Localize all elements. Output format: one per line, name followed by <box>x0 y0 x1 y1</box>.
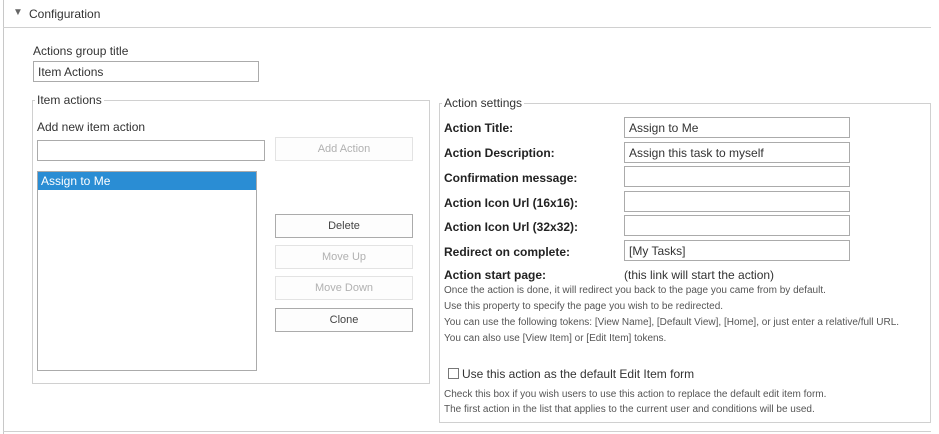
confirmation-message-input[interactable] <box>624 166 850 187</box>
delete-button[interactable]: Delete <box>275 214 413 238</box>
clone-button[interactable]: Clone <box>275 308 413 332</box>
redirect-on-complete-label: Redirect on complete: <box>444 245 571 259</box>
action-start-page-label: Action start page: <box>444 268 547 282</box>
add-action-button[interactable]: Add Action <box>275 137 413 161</box>
action-description-input[interactable] <box>624 142 850 163</box>
list-item[interactable]: Assign to Me <box>38 172 256 190</box>
redirect-help-line-1: Once the action is done, it will redirec… <box>444 285 826 296</box>
redirect-help-line-4: You can also use [View Item] or [Edit It… <box>444 333 667 344</box>
default-edit-form-label[interactable]: Use this action as the default Edit Item… <box>462 367 694 381</box>
actions-group-title-label: Actions group title <box>33 44 129 58</box>
bottom-divider <box>3 431 931 432</box>
default-edit-help-line-1: Check this box if you wish users to use … <box>444 389 827 400</box>
default-edit-form-checkbox[interactable] <box>448 368 459 379</box>
new-item-action-input[interactable] <box>37 140 265 161</box>
action-icon-16-input[interactable] <box>624 191 850 212</box>
action-settings-legend: Action settings <box>444 96 523 110</box>
item-actions-legend: Item actions <box>37 93 102 107</box>
action-icon-32-input[interactable] <box>624 215 850 236</box>
action-description-label: Action Description: <box>444 146 555 160</box>
action-icon-32-label: Action Icon Url (32x32): <box>444 220 579 234</box>
default-edit-help-line-2: The first action in the list that applie… <box>444 404 815 415</box>
header-divider <box>3 27 931 28</box>
left-border <box>3 0 4 434</box>
redirect-on-complete-input[interactable] <box>624 240 850 261</box>
redirect-help-line-3: You can use the following tokens: [View … <box>444 317 900 328</box>
actions-group-title-input[interactable] <box>33 61 259 82</box>
add-new-item-action-label: Add new item action <box>37 120 146 134</box>
section-title: Configuration <box>29 7 101 21</box>
item-actions-listbox[interactable]: Assign to Me <box>37 171 257 371</box>
redirect-help-line-2: Use this property to specify the page yo… <box>444 301 724 312</box>
chevron-down-icon[interactable]: ▼ <box>13 7 23 18</box>
move-up-button[interactable]: Move Up <box>275 245 413 269</box>
action-icon-16-label: Action Icon Url (16x16): <box>444 196 579 210</box>
action-title-input[interactable] <box>624 117 850 138</box>
action-title-label: Action Title: <box>444 121 514 135</box>
configuration-section-header[interactable]: ▼ Configuration <box>0 0 939 27</box>
move-down-button[interactable]: Move Down <box>275 276 413 300</box>
confirmation-message-label: Confirmation message: <box>444 171 578 185</box>
action-start-page-link[interactable]: (this link will start the action) <box>624 268 774 282</box>
